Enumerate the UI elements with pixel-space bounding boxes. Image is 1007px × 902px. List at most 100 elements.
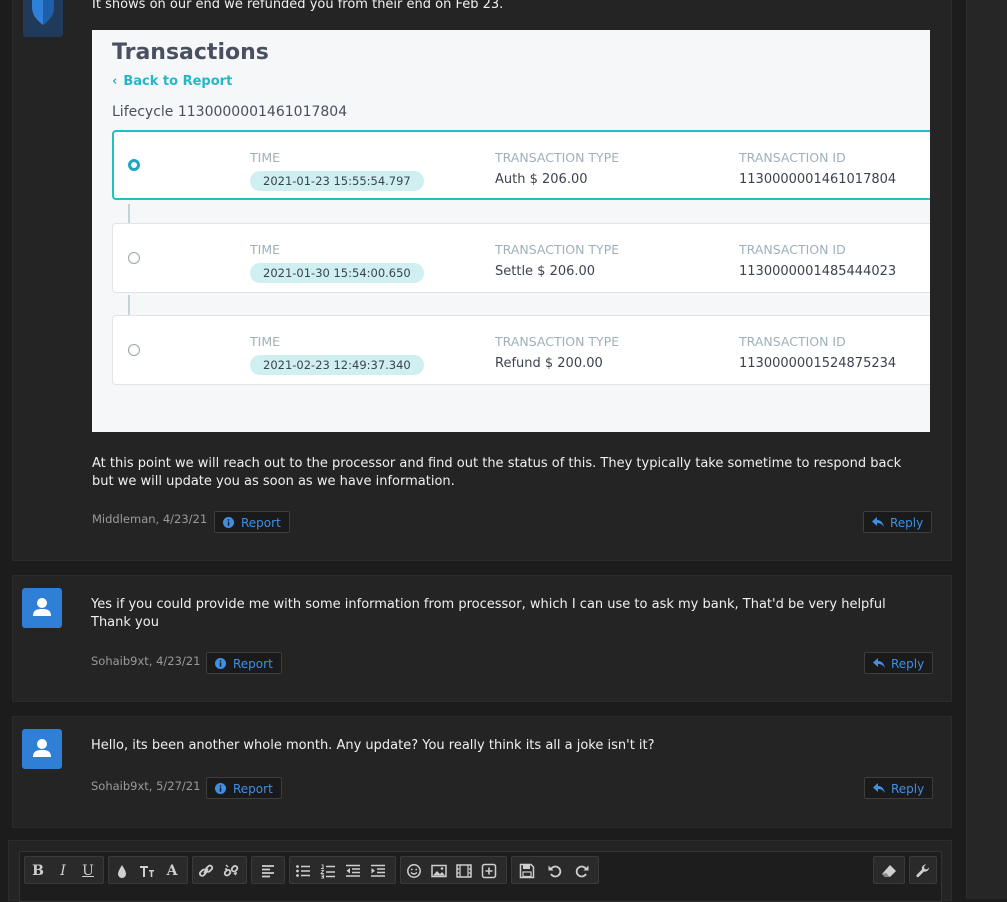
media-icon[interactable] — [454, 861, 474, 881]
transaction-row[interactable]: TIME 2021-02-23 12:49:37.340 TRANSACTION… — [112, 315, 930, 385]
reply-button[interactable]: Reply — [864, 777, 934, 799]
id-header: TRANSACTION ID — [739, 242, 846, 257]
type-header: TRANSACTION TYPE — [495, 150, 620, 165]
type-header: TRANSACTION TYPE — [495, 242, 620, 257]
id-header: TRANSACTION ID — [739, 150, 846, 165]
radio-unselected[interactable] — [128, 252, 140, 264]
toolbar-group-insert — [400, 856, 507, 884]
report-button[interactable]: Report — [214, 511, 290, 533]
reply-label: Reply — [891, 657, 925, 671]
numbered-list-icon[interactable] — [318, 861, 338, 881]
post-sohaib-1 — [12, 575, 952, 702]
type-header: TRANSACTION TYPE — [495, 334, 620, 349]
toolbar-group-lists — [289, 856, 396, 884]
report-label: Report — [241, 516, 281, 530]
insert-icon[interactable] — [479, 861, 499, 881]
toolbar-group-clear — [873, 856, 905, 884]
report-label: Report — [233, 782, 273, 796]
transaction-id: 1130000001524875234 — [739, 356, 897, 371]
toolbar-group-align — [251, 856, 285, 884]
reply-editor: B I U A — [8, 840, 952, 902]
user-avatar[interactable] — [22, 729, 62, 769]
time-header: TIME — [250, 334, 281, 349]
transactions-screenshot: Transactions ‹ Back to Report Lifecycle 1… — [92, 30, 930, 432]
transaction-type: Refund $ 200.00 — [495, 356, 603, 371]
link-icon[interactable] — [196, 861, 216, 881]
italic-icon[interactable]: I — [53, 861, 73, 881]
transaction-id: 1130000001485444023 — [739, 264, 897, 279]
back-label: Back to Report — [123, 74, 233, 89]
transaction-type: Auth $ 206.00 — [495, 172, 588, 187]
reply-button[interactable]: Reply — [864, 652, 934, 674]
transaction-row[interactable]: TIME 2021-01-23 15:55:54.797 TRANSACTION… — [112, 130, 930, 200]
middleman-avatar[interactable] — [23, 0, 63, 37]
toolbar-group-text: B I U — [24, 856, 104, 884]
smiley-icon[interactable] — [404, 861, 424, 881]
bullet-list-icon[interactable] — [293, 861, 313, 881]
reply-label: Reply — [890, 516, 924, 530]
reply-button[interactable]: Reply — [863, 511, 933, 533]
font-size-icon[interactable] — [137, 861, 157, 881]
transactions-title: Transactions — [112, 40, 269, 65]
indent-icon[interactable] — [368, 861, 388, 881]
editor-toolbar: B I U A — [19, 851, 942, 902]
post3-author-date[interactable]: Sohaib9xt, 5/27/21 — [91, 779, 200, 793]
post3-body: Hello, its been another whole month. Any… — [91, 738, 655, 753]
time-header: TIME — [250, 150, 281, 165]
wrench-icon[interactable] — [913, 861, 933, 881]
lifecycle-label: Lifecycle 1130000001461017804 — [112, 104, 348, 120]
underline-icon[interactable]: U — [78, 861, 98, 881]
toolbar-group-link — [192, 856, 247, 884]
info-icon — [215, 783, 226, 794]
unlink-icon[interactable] — [221, 861, 241, 881]
right-scroll-gutter — [966, 0, 1007, 899]
time-pill: 2021-01-30 15:54:00.650 — [250, 263, 424, 283]
post2-body-line1: Yes if you could provide me with some in… — [91, 597, 886, 612]
reply-icon — [872, 517, 884, 527]
user-avatar[interactable] — [22, 588, 62, 628]
shield-icon — [32, 0, 54, 25]
post1-body: At this point we will reach out to the p… — [92, 456, 902, 489]
info-icon — [215, 658, 226, 669]
timeline-connector — [128, 204, 130, 224]
reply-icon — [873, 783, 885, 793]
eraser-icon[interactable] — [879, 861, 899, 881]
font-icon[interactable]: A — [162, 861, 182, 881]
toolbar-group-history — [511, 856, 599, 884]
user-icon — [33, 598, 51, 616]
transaction-id: 1130000001461017804 — [739, 172, 897, 187]
bold-icon[interactable]: B — [28, 861, 48, 881]
info-icon — [223, 517, 234, 528]
timeline-connector — [128, 295, 130, 315]
toolbar-group-tools — [909, 856, 937, 884]
post2-author-date[interactable]: Sohaib9xt, 4/23/21 — [91, 654, 200, 668]
transaction-type: Settle $ 206.00 — [495, 264, 596, 279]
undo-icon[interactable] — [545, 861, 565, 881]
reply-icon — [873, 658, 885, 668]
save-icon[interactable] — [517, 861, 537, 881]
post1-author-date[interactable]: Middleman, 4/23/21 — [92, 512, 207, 526]
toolbar-group-font: A — [108, 856, 188, 884]
outdent-icon[interactable] — [343, 861, 363, 881]
post2-body-line2: Thank you — [91, 615, 159, 630]
report-label: Report — [233, 657, 273, 671]
align-icon[interactable] — [258, 861, 278, 881]
chevron-left-icon: ‹ — [112, 74, 118, 89]
image-icon[interactable] — [429, 861, 449, 881]
redo-icon[interactable] — [572, 861, 592, 881]
transaction-row[interactable]: TIME 2021-01-30 15:54:00.650 TRANSACTION… — [112, 223, 930, 293]
post-sohaib-2 — [12, 716, 952, 828]
color-icon[interactable] — [112, 861, 132, 881]
time-pill: 2021-01-23 15:55:54.797 — [250, 171, 424, 191]
reply-label: Reply — [891, 782, 925, 796]
report-button[interactable]: Report — [206, 652, 282, 674]
user-icon — [33, 739, 51, 757]
post1-header-text: It shows on our end we refunded you from… — [92, 0, 504, 12]
time-header: TIME — [250, 242, 281, 257]
radio-selected[interactable] — [128, 159, 140, 171]
time-pill: 2021-02-23 12:49:37.340 — [250, 355, 424, 375]
report-button[interactable]: Report — [206, 777, 282, 799]
id-header: TRANSACTION ID — [739, 334, 846, 349]
radio-unselected[interactable] — [128, 344, 140, 356]
back-to-report-link[interactable]: ‹ Back to Report — [112, 74, 232, 89]
